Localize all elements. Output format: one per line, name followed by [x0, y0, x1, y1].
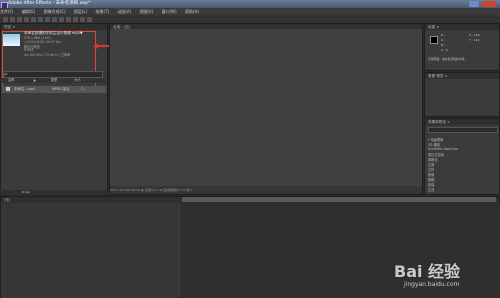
- row-type: MPEG 影片: [52, 87, 70, 91]
- brush-tool-icon[interactable]: [66, 16, 71, 22]
- info-r: R :: [441, 33, 446, 37]
- effect-category[interactable]: Synthetic Aperture: [428, 147, 458, 151]
- bit-depth-button[interactable]: 8 bpc: [22, 190, 30, 194]
- puppet-tool-icon[interactable]: [87, 16, 92, 22]
- footage-file-icon: [6, 87, 10, 91]
- mask-tool-icon[interactable]: [45, 16, 50, 22]
- close-button[interactable]: [482, 1, 496, 7]
- project-column-header: 名称 ▲ 类型 大小: [2, 78, 106, 83]
- footage-thumbnail: [3, 34, 20, 46]
- pen-tool-icon[interactable]: [52, 16, 57, 22]
- info-tab[interactable]: 信息 ×: [425, 24, 499, 30]
- minimize-button[interactable]: [469, 1, 479, 7]
- color-swatch: [430, 36, 438, 44]
- menu-help[interactable]: 帮助(H): [185, 9, 199, 14]
- column-size[interactable]: 大小: [74, 78, 80, 82]
- window-title: Adobe After Effects - 未命名项目.aep*: [8, 1, 91, 6]
- selection-tool-icon[interactable]: [3, 16, 8, 22]
- effects-search-input[interactable]: [428, 127, 498, 133]
- info-y: Y : 122: [469, 38, 480, 42]
- info-panel: 信息 × R : G : B : A : 0 X : 216 Y : 122 已…: [424, 23, 500, 71]
- watermark-logo: Bai 经验: [394, 262, 461, 281]
- menu-window[interactable]: 窗口(W): [162, 9, 177, 14]
- info-x: X : 216: [469, 33, 480, 37]
- menu-effect[interactable]: 效果(T): [95, 9, 109, 14]
- timeline-work-area-bar[interactable]: [182, 197, 496, 202]
- search-icon: ρ▾: [4, 72, 8, 76]
- effects-tab[interactable]: 效果和预设 ×: [425, 119, 499, 125]
- row-size: 7...: [80, 87, 87, 91]
- eraser-tool-icon[interactable]: [80, 16, 85, 22]
- table-row[interactable]: 未命名...mp4 MPEG 影片 7...: [2, 86, 106, 93]
- menu-animation[interactable]: 动画(A): [117, 9, 131, 14]
- clone-tool-icon[interactable]: [73, 16, 78, 22]
- menu-layer[interactable]: 图层(L): [74, 9, 87, 14]
- preview-tab[interactable]: 音频 预览 ×: [425, 73, 499, 79]
- composition-footer[interactable]: 50% ▾ ⊞ 0;00;00;00 ◉ (完整) ▾ ⊡ ⊟ 活动摄像机 ▾ …: [110, 186, 422, 194]
- composition-viewer[interactable]: [110, 29, 422, 186]
- project-footer: 8 bpc: [0, 190, 108, 195]
- title-bar: Adobe After Effects - 未命名项目.aep*: [0, 0, 500, 9]
- menu-file[interactable]: 文件(F): [0, 9, 13, 14]
- menu-view[interactable]: 视图(V): [139, 9, 153, 14]
- info-b: B :: [441, 43, 446, 47]
- column-type[interactable]: 类型: [51, 78, 57, 82]
- project-tab[interactable]: 项目 ×: [1, 24, 107, 30]
- project-search-input[interactable]: ρ▾: [3, 71, 103, 78]
- preview-panel: 音频 预览 ×: [424, 72, 500, 117]
- column-sort[interactable]: ▲: [33, 78, 35, 82]
- text-tool-icon[interactable]: [59, 16, 64, 22]
- menu-composition[interactable]: 图像合成(C): [44, 9, 66, 14]
- menu-bar: 文件(F) 编辑(E) 图像合成(C) 图层(L) 效果(T) 动画(A) 视图…: [0, 8, 500, 15]
- info-g: G :: [441, 38, 446, 42]
- row-name: 未命名...mp4: [14, 87, 36, 91]
- watermark-url: jingyan.baidu.com: [404, 281, 460, 288]
- timeline-layer-area[interactable]: [1, 203, 179, 298]
- hand-tool-icon[interactable]: [10, 16, 15, 22]
- effect-category[interactable]: 生成: [428, 187, 434, 192]
- rotate-tool-icon[interactable]: [24, 16, 29, 22]
- footage-info-line: 44.100 kHz / 32 bit U / 立体声: [24, 53, 71, 57]
- column-name[interactable]: 名称: [8, 78, 14, 82]
- info-status: 已用存储：未命名剪辑的手机...: [428, 57, 468, 61]
- pan-tool-icon[interactable]: [38, 16, 43, 22]
- zoom-tool-icon[interactable]: [17, 16, 22, 22]
- camera-tool-icon[interactable]: [31, 16, 36, 22]
- menu-edit[interactable]: 编辑(E): [22, 9, 36, 14]
- info-a: A : 0: [441, 48, 448, 52]
